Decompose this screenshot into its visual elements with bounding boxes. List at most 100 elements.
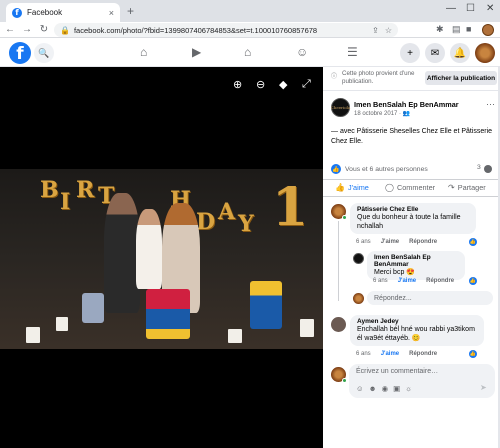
reply-reply-button[interactable]: Répondre <box>426 278 454 284</box>
search-button[interactable]: 🔍 <box>34 43 54 63</box>
close-window-button[interactable]: ✕ <box>486 3 494 14</box>
side-panel-icon[interactable]: ▤ <box>452 24 461 35</box>
comment-reply-button[interactable]: Répondre <box>409 239 437 245</box>
comment-age[interactable]: 6 ans <box>356 351 371 357</box>
comment-button[interactable]: ◯ Commenter <box>385 183 435 192</box>
comment-like-button[interactable]: J'aime <box>381 351 399 357</box>
reply-input[interactable]: Répondez... <box>367 291 493 305</box>
comment-label: Commenter <box>396 183 436 192</box>
reply-age[interactable]: 6 ans <box>373 278 388 284</box>
photo-source-notice: ⓘ Cette photo provient d'une publication… <box>323 67 500 91</box>
balloon-letter: A <box>218 199 236 225</box>
party-decoration <box>82 293 104 323</box>
thread-line <box>338 221 339 301</box>
forward-button[interactable]: → <box>20 24 34 35</box>
person-father <box>104 193 140 313</box>
show-post-button[interactable]: Afficher la publication <box>425 71 497 85</box>
tag-icon[interactable]: ◆ <box>279 78 287 91</box>
party-decoration <box>250 281 282 329</box>
author-avatar[interactable]: Cheeriola <box>331 98 350 117</box>
emoji-icon[interactable]: ☻ <box>369 384 377 393</box>
party-cup <box>26 327 40 343</box>
commenter-name[interactable]: Aymen Jedey <box>357 318 477 325</box>
share-button[interactable]: ↷ Partager <box>448 183 486 192</box>
comment-like-button[interactable]: J'aime <box>381 239 399 245</box>
comment-bubble: Aymen Jedey Enchallah bél hné wou rabbi … <box>350 315 484 346</box>
account-avatar[interactable] <box>475 43 495 63</box>
facebook-favicon-icon: f <box>12 7 22 18</box>
comment-meta: 6 ans J'aime Répondre <box>356 239 437 245</box>
party-cup <box>56 317 68 331</box>
minimize-button[interactable]: — <box>446 3 456 14</box>
send-icon[interactable]: ➤ <box>480 383 487 392</box>
tab-facebook[interactable]: f Facebook × <box>6 3 120 22</box>
camera-icon[interactable]: ◉ <box>382 384 389 393</box>
facebook-header: f 🔍 ⌂ ▶ ⌂ ☺ ☰ + ✉ 🔔 <box>0 39 500 67</box>
more-options-icon[interactable]: ⋯ <box>486 99 495 110</box>
share-page-icon[interactable]: ⇪ <box>372 26 379 35</box>
reply-like-button[interactable]: J'aime <box>398 278 416 284</box>
facebook-logo[interactable]: f <box>9 42 31 64</box>
balloon-letter: R <box>76 177 95 203</box>
tab-close-icon[interactable]: × <box>109 8 114 18</box>
extension-square-icon[interactable]: ■ <box>466 24 471 34</box>
post-details-panel: ⓘ Cette photo provient d'une publication… <box>323 67 500 448</box>
comment-text: Enchallah bél hné wou rabbi ya3tikom él … <box>357 326 475 342</box>
menu-icon[interactable]: ☰ <box>347 45 358 59</box>
reactions-summary[interactable]: 👍 Vous et 6 autres personnes <box>331 164 428 174</box>
reply-text: Merci bcp 😍 <box>374 269 416 276</box>
comment-age[interactable]: 6 ans <box>356 239 371 245</box>
bookmark-star-icon[interactable]: ☆ <box>385 26 392 35</box>
search-icon: 🔍 <box>38 47 50 58</box>
balloon-letter: I <box>60 189 71 215</box>
reload-button[interactable]: ↻ <box>37 24 51 35</box>
browser-profile-avatar[interactable] <box>482 24 494 36</box>
messenger-button[interactable]: ✉ <box>425 43 445 63</box>
watch-icon[interactable]: ▶ <box>192 45 201 59</box>
avatar-sticker-icon[interactable]: ☼ <box>405 384 412 393</box>
address-bar[interactable]: 🔒 facebook.com/photo/?fbid=1399807406784… <box>54 23 398 37</box>
zoom-out-icon[interactable]: ⊖ <box>256 78 265 91</box>
maximize-button[interactable]: ☐ <box>466 3 475 14</box>
comment-reply-button[interactable]: Répondre <box>409 351 437 357</box>
online-status-dot <box>342 215 347 220</box>
comment-composer[interactable]: Écrivez un commentaire… ☺ ☻ ◉ ▣ ☼ ➤ <box>349 364 495 398</box>
birthday-photo[interactable]: B I R T H D A Y 1 <box>0 169 323 349</box>
reactions-text: Vous et 6 autres personnes <box>345 165 428 173</box>
info-icon: ⓘ <box>331 74 338 80</box>
comment-icon: ◯ <box>385 183 394 192</box>
author-avatar-text: Cheeriola <box>330 105 351 110</box>
commenter-avatar[interactable] <box>331 317 346 332</box>
new-tab-button[interactable]: + <box>127 4 134 18</box>
post-actions-bar: 👍 J'aime ◯ Commenter ↷ Partager <box>323 179 500 197</box>
like-button[interactable]: 👍 J'aime <box>335 183 369 192</box>
commenter-name[interactable]: Pâtisserie Chez Elle <box>357 206 469 213</box>
sticker-icon[interactable]: ☺ <box>356 384 364 393</box>
gif-icon[interactable]: ▣ <box>393 384 400 393</box>
post-date[interactable]: 18 octobre 2017 · 👥 <box>354 110 410 117</box>
marketplace-icon[interactable]: ⌂ <box>244 45 251 59</box>
share-label: Partager <box>457 183 486 192</box>
zoom-in-icon[interactable]: ⊕ <box>233 78 242 91</box>
browser-toolbar: ← → ↻ 🔒 facebook.com/photo/?fbid=1399807… <box>0 22 500 38</box>
balloon-letter: B <box>40 177 59 203</box>
create-button[interactable]: + <box>400 43 420 63</box>
party-cup <box>300 319 314 337</box>
my-avatar <box>353 293 364 304</box>
post-date-text: 18 octobre 2017 · <box>354 111 403 117</box>
replier-avatar[interactable] <box>353 253 364 264</box>
thumbs-up-icon: 👍 <box>335 183 345 192</box>
extensions-icon[interactable]: ✱ <box>436 24 444 35</box>
home-icon[interactable]: ⌂ <box>140 45 147 59</box>
comment-like-badge-icon: 👍 <box>469 238 477 246</box>
comment-input-placeholder[interactable]: Écrivez un commentaire… <box>356 368 438 375</box>
comment-count[interactable]: 3 <box>477 164 481 171</box>
back-button[interactable]: ← <box>3 24 17 35</box>
groups-icon[interactable]: ☺ <box>296 45 308 59</box>
notifications-button[interactable]: 🔔 <box>450 43 470 63</box>
author-name[interactable]: Imen BenSalah Ep BenAmmar <box>354 100 459 109</box>
comment-text: Que du bonheur à toute la famille nchall… <box>357 214 461 230</box>
fullscreen-icon[interactable]: ⤢ <box>302 78 311 91</box>
replier-name[interactable]: Imen BenSalah Ep BenAmmar <box>374 254 458 268</box>
reply-like-badge-icon: 👍 <box>469 277 477 285</box>
